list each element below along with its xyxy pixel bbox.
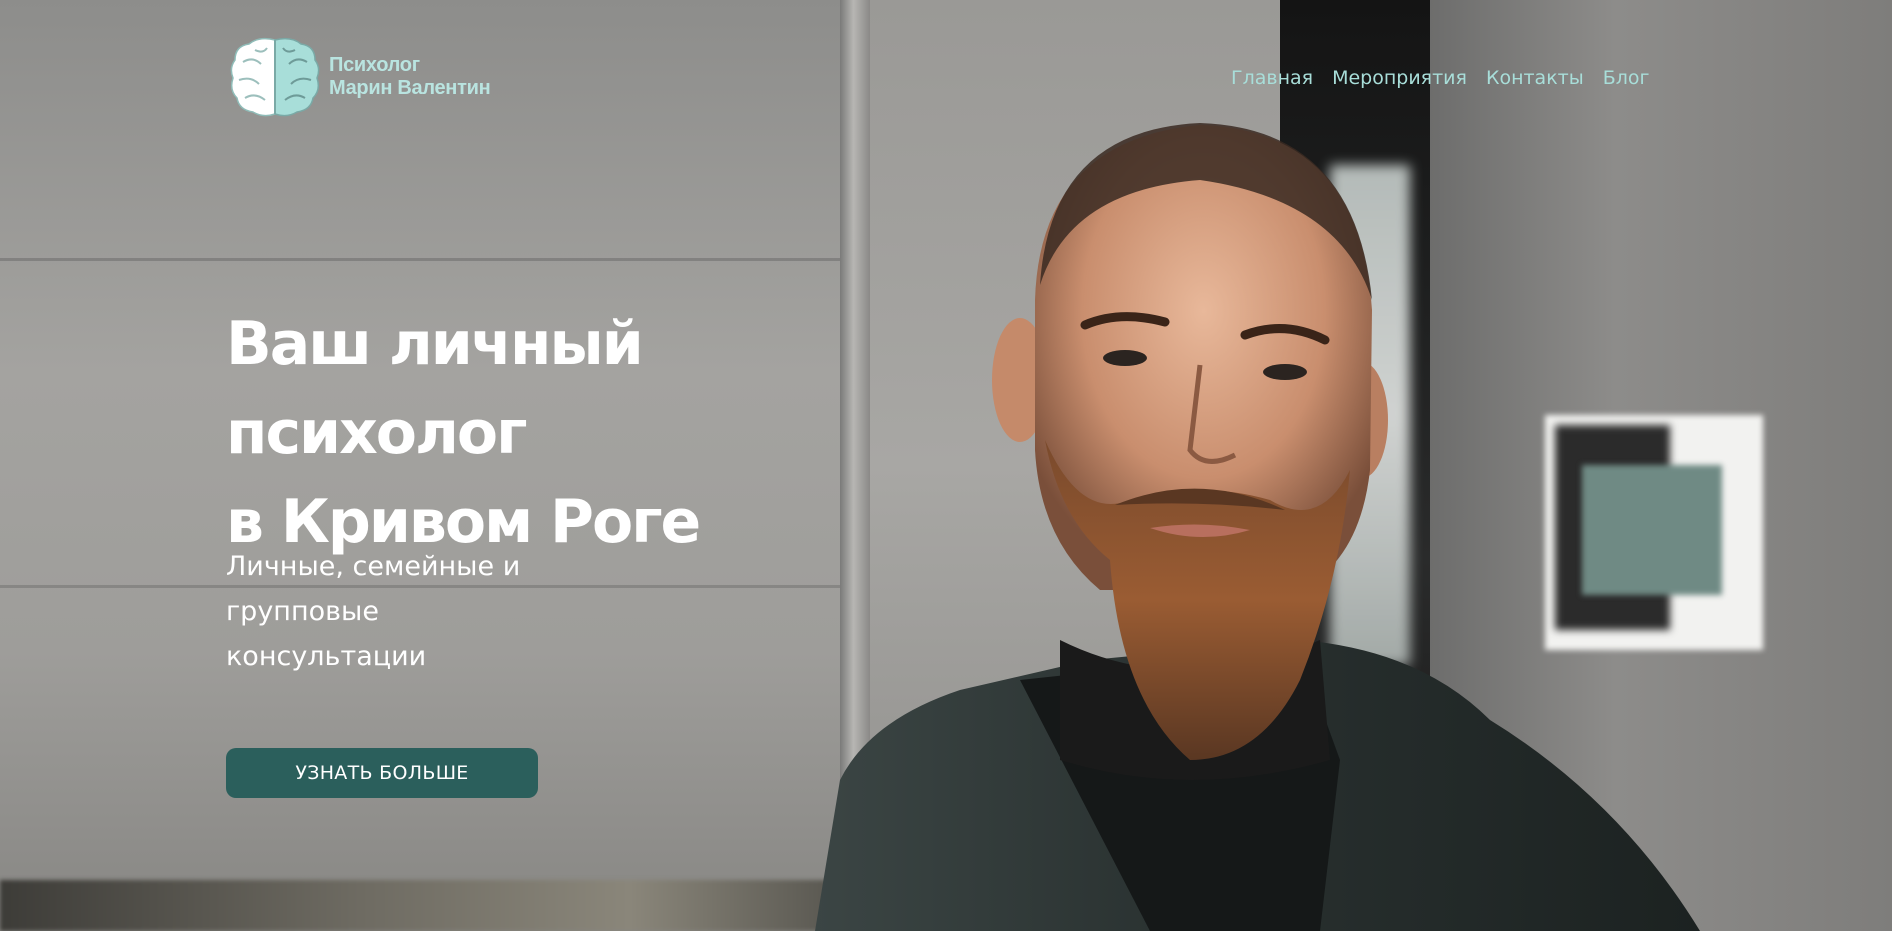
background-wall-middle [870, 0, 1280, 931]
background-seam [0, 258, 840, 261]
background-wall-frame-screen [1582, 465, 1722, 595]
hero-subtitle: Личные, семейные и групповые консультаци… [226, 544, 606, 679]
hero-title-line-1: Ваш личный психолог [226, 309, 644, 468]
site-logo[interactable]: Психолог Марин Валентин [229, 36, 491, 118]
logo-text: Психолог Марин Валентин [329, 54, 491, 100]
hero-subtitle-line-2: групповые [226, 596, 379, 627]
nav-item-contacts[interactable]: Контакты [1486, 67, 1584, 89]
hero-title: Ваш личный психолог в Кривом Роге [226, 300, 866, 567]
nav-item-events[interactable]: Мероприятия [1332, 67, 1467, 89]
background-floor [0, 880, 900, 931]
background-light [1330, 165, 1410, 665]
nav-item-home[interactable]: Главная [1231, 67, 1313, 89]
main-navigation: Главная Мероприятия Контакты Блог [1231, 67, 1650, 89]
hero-subtitle-line-3: консультации [226, 641, 427, 672]
hero-subtitle-line-1: Личные, семейные и [226, 551, 521, 582]
brain-icon [230, 37, 320, 117]
logo-line-1: Психолог [329, 54, 420, 76]
hero-section: Психолог Марин Валентин Главная Мероприя… [0, 0, 1892, 931]
logo-line-2: Марин Валентин [329, 77, 491, 99]
nav-item-blog[interactable]: Блог [1603, 67, 1650, 89]
learn-more-button[interactable]: УЗНАТЬ БОЛЬШЕ [226, 748, 538, 798]
